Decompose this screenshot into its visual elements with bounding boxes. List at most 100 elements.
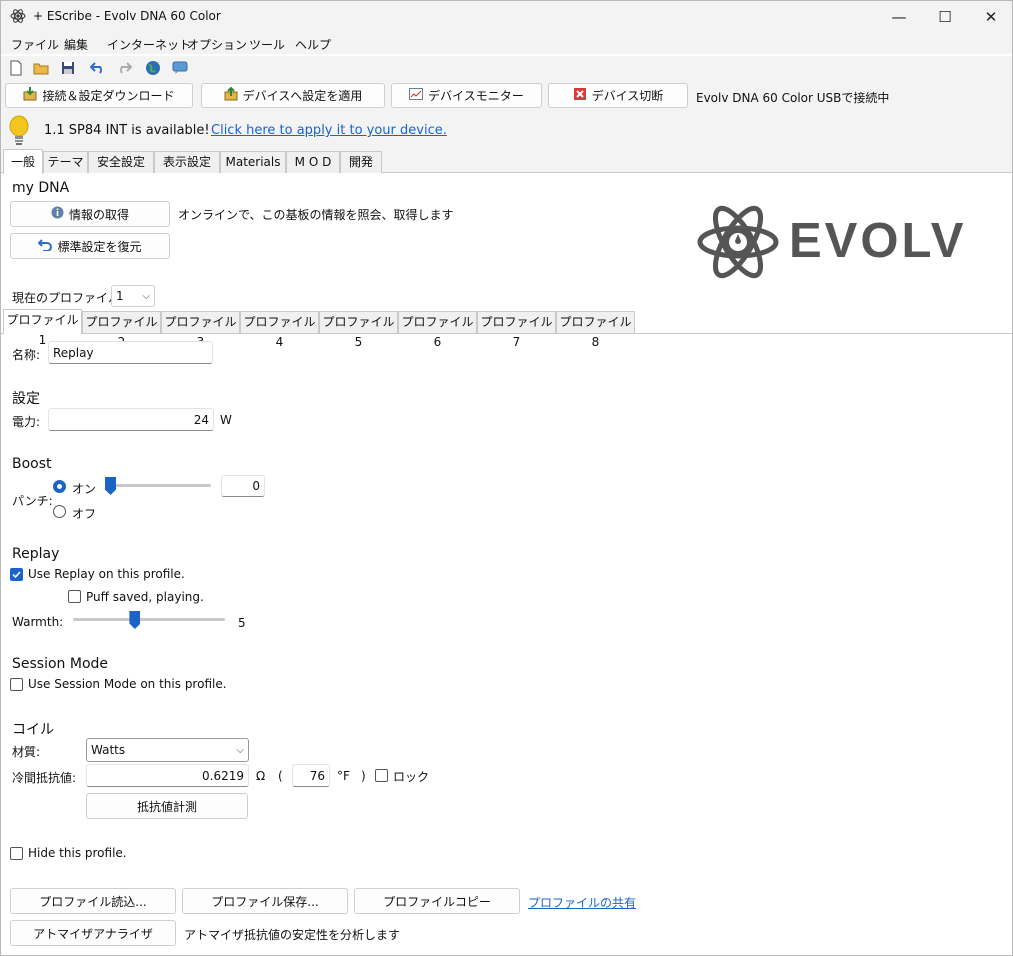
tab-materials[interactable]: Materials (220, 151, 286, 173)
cold-resistance-input[interactable]: 0.6219 (86, 764, 249, 787)
menu-options[interactable]: オプション (187, 36, 247, 53)
punch-off-radio[interactable] (53, 505, 66, 518)
load-profile-button[interactable]: プロファイル読込... (10, 888, 176, 914)
atomizer-analyzer-description: アトマイザ抵抗値の安定性を分析します (184, 928, 401, 942)
tab-profile-1[interactable]: プロファイル 1 (3, 309, 82, 347)
tab-profile-2[interactable]: プロファイル 2 (82, 311, 161, 349)
redo-icon[interactable] (115, 59, 133, 77)
coil-temperature-input[interactable]: 76 (292, 764, 330, 787)
monitor-label: デバイスモニター (428, 89, 524, 103)
warmth-slider-track[interactable] (73, 618, 225, 621)
tab-display[interactable]: 表示設定 (154, 151, 220, 173)
menu-edit[interactable]: 編集 (64, 36, 88, 53)
tab-profile-3[interactable]: プロファイル 3 (161, 311, 240, 349)
close-button[interactable]: ✕ (968, 1, 1012, 32)
restore-arrow-icon (38, 238, 53, 254)
minimize-button[interactable]: — (876, 1, 922, 32)
get-info-label: 情報の取得 (68, 207, 129, 222)
power-label: 電力: (12, 415, 41, 429)
punch-label: パンチ: (12, 494, 53, 508)
menu-bar: ファイル 編集 インターネット オプション ツール ヘルプ (1, 32, 1012, 54)
chat-icon[interactable] (171, 59, 189, 77)
tab-safety[interactable]: 安全設定 (88, 151, 154, 173)
paren-open: ( (278, 769, 283, 783)
warmth-slider-thumb[interactable] (129, 611, 141, 629)
boost-slider-track[interactable] (105, 484, 211, 487)
power-input[interactable]: 24 (48, 408, 214, 431)
measure-resistance-button[interactable]: 抵抗値計測 (86, 793, 248, 819)
lock-label: ロック (393, 770, 430, 784)
maximize-button[interactable]: ☐ (922, 1, 968, 32)
mydna-heading: my DNA (12, 180, 70, 196)
name-label: 名称: (12, 348, 41, 362)
monitor-chart-icon (409, 88, 424, 103)
menu-file[interactable]: ファイル (11, 36, 59, 53)
get-info-button[interactable]: 情報の取得 (10, 201, 170, 227)
hide-profile-checkbox[interactable] (10, 847, 23, 860)
boost-slider-thumb[interactable] (105, 477, 116, 495)
tab-theme[interactable]: テーマ (43, 151, 88, 173)
apply-update-link[interactable]: Click here to apply it to your device. (211, 123, 447, 138)
connect-download-button[interactable]: 接続＆設定ダウンロード (5, 83, 193, 108)
tab-profile-7[interactable]: プロファイル 7 (477, 311, 556, 349)
atomizer-analyzer-button[interactable]: アトマイザアナライザ (10, 920, 176, 946)
paren-close: ) (361, 769, 366, 783)
tab-profile-5[interactable]: プロファイル 5 (319, 311, 398, 349)
material-select[interactable]: Watts ⌵ (86, 738, 249, 762)
share-profile-link[interactable]: プロファイルの共有 (528, 894, 636, 911)
globe-icon[interactable] (144, 59, 162, 77)
apply-to-device-button[interactable]: デバイスへ設定を適用 (201, 83, 385, 108)
new-file-icon[interactable] (7, 59, 25, 77)
chevron-down-icon: ⌵ (142, 290, 150, 302)
tab-dev[interactable]: 開発 (340, 151, 382, 173)
device-monitor-button[interactable]: デバイスモニター (391, 83, 542, 108)
toolbar (1, 56, 1012, 80)
puff-saved-checkbox[interactable] (68, 590, 81, 603)
evolv-logo: EVOLV (697, 199, 987, 289)
profile-name-input[interactable]: Replay (48, 341, 213, 364)
punch-off-label: オフ (72, 507, 97, 521)
maximize-icon: ☐ (938, 7, 952, 26)
undo-icon[interactable] (89, 59, 107, 77)
menu-tools[interactable]: ツール (249, 36, 285, 53)
tab-mod[interactable]: M O D (286, 151, 340, 173)
current-profile-value: 1 (116, 289, 124, 303)
tab-general[interactable]: 一般 (3, 149, 43, 174)
check-icon (12, 571, 21, 579)
minimize-icon: — (891, 7, 907, 26)
menu-help[interactable]: ヘルプ (295, 36, 331, 53)
action-bar: 接続＆設定ダウンロード デバイスへ設定を適用 デバイスモニター デバイス切断 E… (1, 80, 1012, 113)
lock-checkbox[interactable] (375, 769, 388, 782)
update-available-text: 1.1 SP84 INT is available! (44, 123, 210, 138)
copy-profile-button[interactable]: プロファイルコピー (354, 888, 520, 914)
menu-internet[interactable]: インターネット (107, 36, 191, 53)
punch-on-label: オン (72, 482, 97, 496)
material-label: 材質: (12, 745, 41, 759)
evolv-wordmark: EVOLV (789, 214, 967, 268)
tab-profile-6[interactable]: プロファイル 6 (398, 311, 477, 349)
save-profile-button[interactable]: プロファイル保存... (182, 888, 348, 914)
open-folder-icon[interactable] (32, 59, 50, 77)
disconnect-icon (573, 87, 587, 104)
current-profile-select[interactable]: 1 ⌵ (111, 285, 155, 307)
save-icon[interactable] (59, 59, 77, 77)
restore-label: 標準設定を復元 (57, 239, 142, 254)
boost-value-input[interactable]: 0 (221, 475, 265, 497)
disconnect-button[interactable]: デバイス切断 (548, 83, 688, 108)
punch-on-radio[interactable] (53, 480, 66, 493)
use-session-checkbox[interactable] (10, 678, 23, 691)
atom-app-icon (10, 8, 26, 24)
apply-label: デバイスへ設定を適用 (242, 89, 363, 103)
tab-profile-8[interactable]: プロファイル 8 (556, 311, 635, 349)
close-icon: ✕ (984, 7, 998, 26)
download-box-icon (23, 87, 37, 104)
use-replay-checkbox[interactable] (10, 568, 23, 581)
info-icon (51, 206, 64, 222)
cold-resistance-label: 冷間抵抗値: (12, 771, 77, 785)
tab-profile-4[interactable]: プロファイル 4 (240, 311, 319, 349)
warmth-value: 5 (238, 616, 246, 630)
puff-saved-label: Puff saved, playing. (86, 590, 204, 604)
app-window: + EScribe - Evolv DNA 60 Color — ☐ ✕ ファイ… (0, 0, 1013, 956)
restore-defaults-button[interactable]: 標準設定を復元 (10, 233, 170, 259)
chevron-down-icon: ⌵ (236, 744, 244, 756)
